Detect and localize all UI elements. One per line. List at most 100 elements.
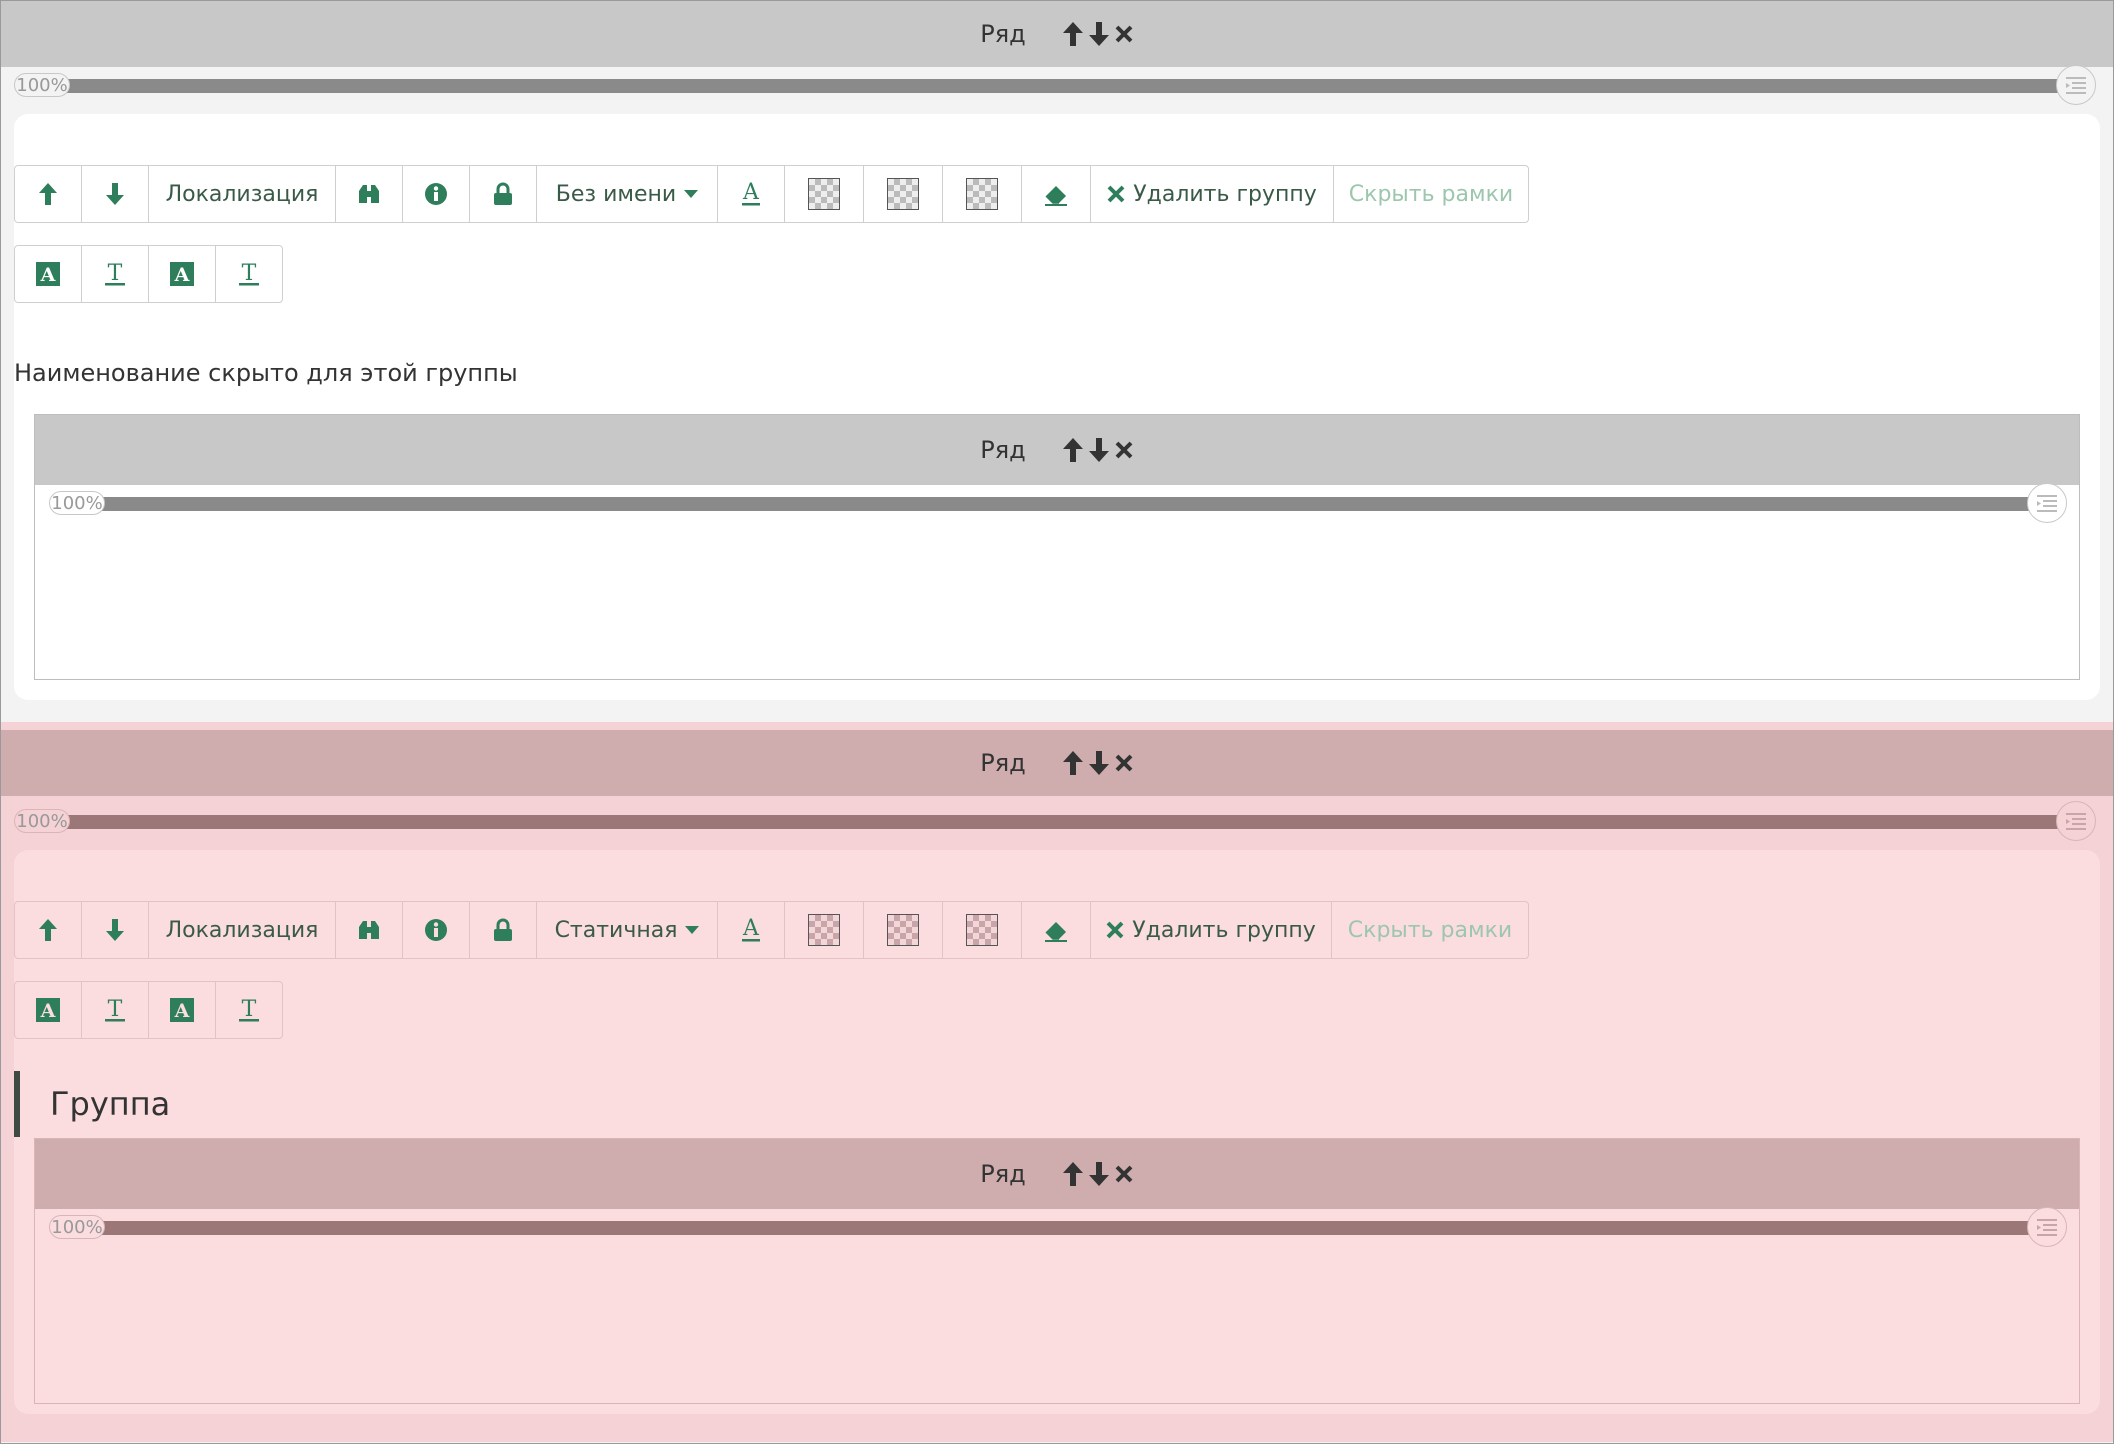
- close-icon[interactable]: [1114, 24, 1134, 44]
- nested-row-header-1: Ряд: [35, 415, 2079, 485]
- content-highlight-button[interactable]: A: [148, 981, 216, 1039]
- heading-highlight-button[interactable]: A: [14, 245, 82, 303]
- svg-text:A: A: [742, 916, 760, 941]
- group-toolbar-1: Локализация Без имени A Удалить группу С…: [14, 165, 1529, 223]
- nested-row-width-slider-2[interactable]: 100%: [49, 1207, 2067, 1247]
- arrow-up-icon: [38, 182, 58, 206]
- eraser-button[interactable]: [1021, 901, 1091, 959]
- nested-row-width-slider-1[interactable]: 100%: [49, 483, 2067, 523]
- slider-track[interactable]: [67, 1221, 2049, 1235]
- move-up-icon[interactable]: [1062, 1160, 1084, 1188]
- move-up-icon[interactable]: [1062, 436, 1084, 464]
- close-icon[interactable]: [1114, 1164, 1134, 1184]
- row-header-1: Ряд: [1, 1, 2113, 67]
- move-down-icon[interactable]: [1088, 1160, 1110, 1188]
- chevron-down-icon: [684, 190, 699, 198]
- content-text-color-button[interactable]: T: [215, 981, 283, 1039]
- heading-text-color-button[interactable]: T: [81, 245, 149, 303]
- group-title: Группа: [14, 1071, 170, 1137]
- move-down-button[interactable]: [81, 901, 149, 959]
- svg-text:A: A: [742, 180, 760, 205]
- row-width-slider-1[interactable]: 100%: [14, 65, 2096, 105]
- slider-track[interactable]: [67, 497, 2049, 511]
- content-highlight-button[interactable]: A: [148, 245, 216, 303]
- background-color-picker-3[interactable]: [942, 901, 1022, 959]
- transparent-swatch-icon: [808, 914, 840, 946]
- group-toolbar-2: Локализация Статичная A Удалить группу С…: [14, 901, 1529, 959]
- row-width-slider-2[interactable]: 100%: [14, 801, 2096, 841]
- menu-icon[interactable]: [2056, 801, 2096, 841]
- background-color-picker-2[interactable]: [863, 165, 943, 223]
- hide-frames-label: Скрыть рамки: [1348, 181, 1514, 207]
- text-highlight-icon: A: [36, 998, 60, 1022]
- background-color-picker-1[interactable]: [784, 901, 864, 959]
- text-color-icon: T: [104, 996, 126, 1024]
- info-button[interactable]: [402, 165, 470, 223]
- row-label: Ряд: [980, 749, 1026, 777]
- move-down-icon[interactable]: [1088, 20, 1110, 48]
- menu-icon[interactable]: [2027, 1207, 2067, 1247]
- heading-text-color-button[interactable]: T: [81, 981, 149, 1039]
- close-icon[interactable]: [1114, 440, 1134, 460]
- move-down-button[interactable]: [81, 165, 149, 223]
- info-button[interactable]: [402, 901, 470, 959]
- name-select[interactable]: Без имени: [536, 165, 718, 223]
- hide-frames-button[interactable]: Скрыть рамки: [1333, 165, 1529, 223]
- text-color-icon: A: [740, 180, 762, 208]
- delete-group-button[interactable]: Удалить группу: [1090, 901, 1332, 959]
- background-color-picker-3[interactable]: [942, 165, 1022, 223]
- move-up-icon[interactable]: [1062, 20, 1084, 48]
- lock-icon: [492, 182, 514, 206]
- text-color-button[interactable]: A: [717, 901, 785, 959]
- localization-label: Локализация: [165, 181, 319, 207]
- slider-track[interactable]: [32, 815, 2078, 829]
- slider-track[interactable]: [32, 79, 2078, 93]
- text-color-button[interactable]: A: [717, 165, 785, 223]
- text-color-icon: A: [740, 916, 762, 944]
- localization-label: Локализация: [165, 917, 319, 943]
- move-down-icon[interactable]: [1088, 436, 1110, 464]
- text-color-icon: T: [238, 260, 260, 288]
- close-icon: [1106, 921, 1124, 939]
- background-color-picker-1[interactable]: [784, 165, 864, 223]
- background-color-picker-2[interactable]: [863, 901, 943, 959]
- localization-button[interactable]: Локализация: [148, 165, 336, 223]
- text-color-icon: T: [104, 260, 126, 288]
- heading-highlight-button[interactable]: A: [14, 981, 82, 1039]
- delete-group-label: Удалить группу: [1132, 917, 1316, 943]
- eraser-icon: [1042, 918, 1070, 942]
- slider-value: 100%: [49, 1215, 105, 1239]
- text-style-toolbar-1: A T A T: [14, 245, 283, 303]
- chevron-down-icon: [685, 926, 700, 934]
- move-up-button[interactable]: [14, 165, 82, 223]
- svg-text:A: A: [174, 1000, 190, 1022]
- move-up-button[interactable]: [14, 901, 82, 959]
- name-select[interactable]: Статичная: [536, 901, 718, 959]
- menu-icon[interactable]: [2056, 65, 2096, 105]
- lock-button[interactable]: [469, 165, 537, 223]
- transparent-swatch-icon: [887, 178, 919, 210]
- hide-frames-button[interactable]: Скрыть рамки: [1331, 901, 1529, 959]
- move-up-icon[interactable]: [1062, 749, 1084, 777]
- svg-text:A: A: [174, 264, 190, 286]
- lock-button[interactable]: [469, 901, 537, 959]
- transparent-swatch-icon: [808, 178, 840, 210]
- binoculars-button[interactable]: [335, 165, 403, 223]
- svg-text:A: A: [40, 264, 56, 286]
- close-icon: [1107, 185, 1125, 203]
- move-down-icon[interactable]: [1088, 749, 1110, 777]
- arrow-up-icon: [38, 918, 58, 942]
- slider-value: 100%: [14, 809, 70, 833]
- content-text-color-button[interactable]: T: [215, 245, 283, 303]
- localization-button[interactable]: Локализация: [148, 901, 336, 959]
- menu-icon[interactable]: [2027, 483, 2067, 523]
- eraser-button[interactable]: [1021, 165, 1091, 223]
- text-style-toolbar-2: A T A T: [14, 981, 283, 1039]
- name-select-value: Статичная: [554, 917, 678, 943]
- binoculars-icon: [356, 919, 382, 941]
- text-highlight-icon: A: [170, 998, 194, 1022]
- binoculars-button[interactable]: [335, 901, 403, 959]
- delete-group-button[interactable]: Удалить группу: [1090, 165, 1334, 223]
- close-icon[interactable]: [1114, 753, 1134, 773]
- slider-value: 100%: [14, 73, 70, 97]
